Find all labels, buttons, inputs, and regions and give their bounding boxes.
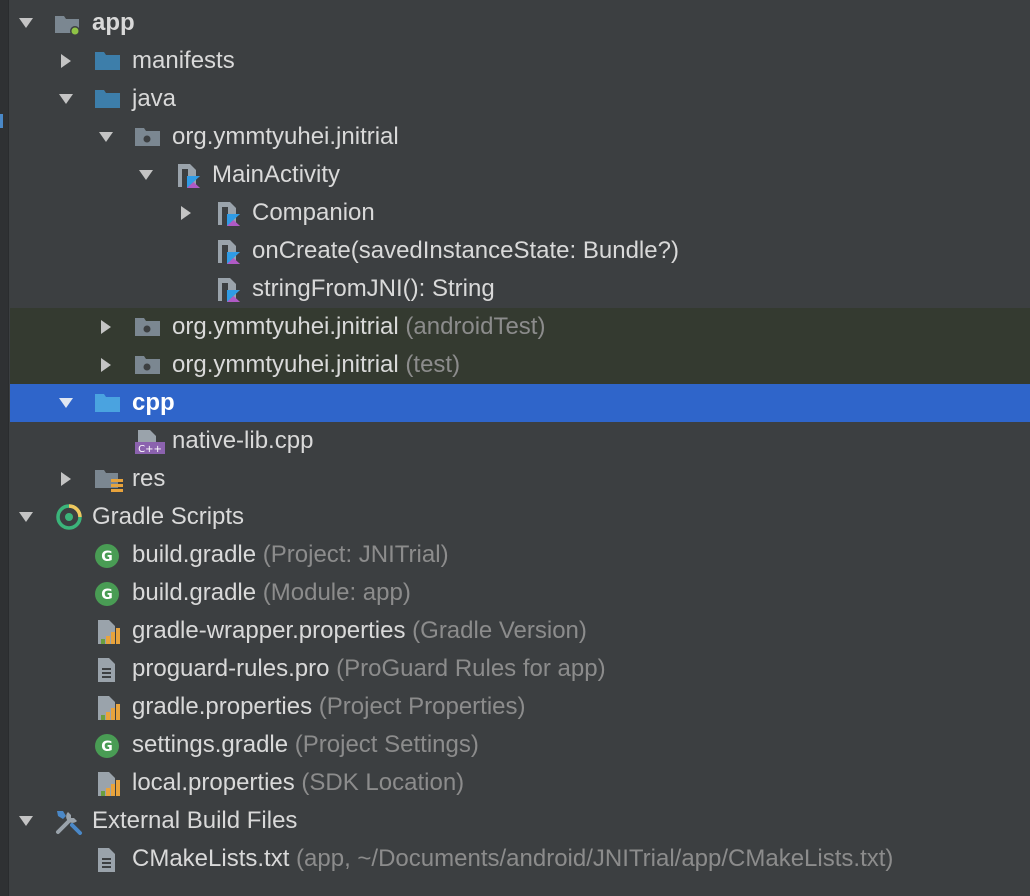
tree-label-package: org.ymmtyuhei.jnitrial [172, 123, 399, 150]
tree-label-package-android-test: org.ymmtyuhei.jnitrial (androidTest) [172, 313, 546, 340]
tree-label-manifests: manifests [132, 47, 235, 74]
package-icon [134, 315, 160, 339]
gradle-icon: G [94, 733, 120, 758]
tree-label-build-gradle-module: build.gradle (Module: app) [132, 579, 411, 606]
tree-row-cpp[interactable]: cpp [10, 384, 1030, 422]
expand-arrow-down-icon[interactable] [14, 498, 38, 536]
package-icon [134, 353, 160, 377]
gradle-icon: G [94, 581, 120, 606]
kotlin-object-icon [216, 201, 242, 226]
tree-row-res[interactable]: res [10, 460, 1030, 498]
tree-label-build-gradle-project: build.gradle (Project: JNITrial) [132, 541, 449, 568]
tree-row-settings-gradle[interactable]: G settings.gradle (Project Settings) [10, 726, 1030, 764]
expand-arrow-right-icon[interactable] [174, 194, 198, 232]
gradle-scripts-icon [54, 503, 84, 531]
tree-label-app: app [92, 9, 135, 36]
expand-arrow-down-icon[interactable] [54, 384, 78, 422]
expand-arrow-down-icon[interactable] [14, 802, 38, 840]
tree-label-native-lib: native-lib.cpp [172, 427, 314, 454]
tree-label-local-properties: local.properties (SDK Location) [132, 769, 465, 796]
text-file-icon [96, 657, 122, 682]
gradle-icon: G [94, 543, 120, 568]
tree-row-gradle-scripts[interactable]: Gradle Scripts [10, 498, 1030, 536]
folder-icon [94, 49, 120, 73]
expand-arrow-right-icon[interactable] [54, 460, 78, 498]
properties-file-icon [96, 619, 122, 644]
module-folder-icon [54, 11, 80, 36]
package-icon [134, 125, 160, 149]
tree-label-settings-gradle: settings.gradle (Project Settings) [132, 731, 479, 758]
expand-arrow-down-icon[interactable] [14, 4, 38, 42]
gradle-badge: G [101, 587, 113, 603]
kotlin-function-icon [216, 277, 242, 302]
properties-file-icon [96, 695, 122, 720]
gradle-badge: G [101, 739, 113, 755]
tree-row-build-gradle-module[interactable]: G build.gradle (Module: app) [10, 574, 1030, 612]
tree-row-build-gradle-project[interactable]: G build.gradle (Project: JNITrial) [10, 536, 1030, 574]
tree-label-gradle-scripts: Gradle Scripts [92, 503, 245, 530]
tree-row-java[interactable]: java [10, 80, 1030, 118]
tree-row-cmakelists[interactable]: CMakeLists.txt (app, ~/Documents/android… [10, 840, 1030, 878]
tree-row-gradle-wrapper[interactable]: gradle-wrapper.properties (Gradle Versio… [10, 612, 1030, 650]
tree-label-on-create: onCreate(savedInstanceState: Bundle?) [252, 237, 679, 264]
tree-row-package-android-test[interactable]: org.ymmtyuhei.jnitrial (androidTest) [10, 308, 1030, 346]
tree-row-external-build-files[interactable]: External Build Files [10, 802, 1030, 840]
cpp-badge: C++ [138, 444, 162, 455]
tree-row-companion[interactable]: Companion [10, 194, 1030, 232]
expand-arrow-right-icon[interactable] [54, 42, 78, 80]
expand-arrow-right-icon[interactable] [94, 308, 118, 346]
tree-label-package-test: org.ymmtyuhei.jnitrial (test) [172, 351, 461, 378]
left-gutter [0, 0, 9, 896]
tree-label-cmakelists: CMakeLists.txt (app, ~/Documents/android… [132, 845, 894, 872]
tree-row-package-main[interactable]: org.ymmtyuhei.jnitrial [10, 118, 1030, 156]
gradle-badge: G [101, 549, 113, 565]
tree-label-cpp: cpp [132, 389, 175, 416]
tree-row-local-properties[interactable]: local.properties (SDK Location) [10, 764, 1030, 802]
tree-row-string-from-jni[interactable]: stringFromJNI(): String [10, 270, 1030, 308]
tree-row-app[interactable]: app [10, 4, 1030, 42]
tree-row-package-test[interactable]: org.ymmtyuhei.jnitrial (test) [10, 346, 1030, 384]
expand-arrow-down-icon[interactable] [54, 80, 78, 118]
kotlin-class-icon [176, 163, 202, 188]
tree-label-string-from-jni: stringFromJNI(): String [252, 275, 495, 302]
kotlin-function-icon [216, 239, 242, 264]
tree-row-main-activity[interactable]: MainActivity [10, 156, 1030, 194]
tree-label-gradle-wrapper: gradle-wrapper.properties (Gradle Versio… [132, 617, 587, 644]
tree-label-companion: Companion [252, 199, 375, 226]
project-tree: app manifests java org.ymmtyuhei.jnitria… [10, 4, 1030, 878]
properties-file-icon [96, 771, 122, 796]
tree-label-res: res [132, 465, 166, 492]
expand-arrow-down-icon[interactable] [134, 156, 158, 194]
tree-label-external-build-files: External Build Files [92, 807, 298, 834]
resources-folder-icon [94, 467, 124, 492]
tree-row-gradle-properties[interactable]: gradle.properties (Project Properties) [10, 688, 1030, 726]
gutter-marker [0, 114, 3, 128]
folder-icon [94, 87, 120, 111]
tree-label-proguard: proguard-rules.pro (ProGuard Rules for a… [132, 655, 606, 682]
expand-arrow-right-icon[interactable] [94, 346, 118, 384]
tree-row-on-create[interactable]: onCreate(savedInstanceState: Bundle?) [10, 232, 1030, 270]
tools-icon [54, 807, 84, 835]
text-file-icon [96, 847, 122, 872]
tree-label-gradle-properties: gradle.properties (Project Properties) [132, 693, 526, 720]
tree-label-java: java [132, 85, 177, 112]
tree-label-main-activity: MainActivity [212, 161, 341, 188]
tree-row-proguard[interactable]: proguard-rules.pro (ProGuard Rules for a… [10, 650, 1030, 688]
cpp-file-icon: C++ [134, 429, 166, 455]
expand-arrow-down-icon[interactable] [94, 118, 118, 156]
tree-row-native-lib[interactable]: C++ native-lib.cpp [10, 422, 1030, 460]
tree-row-manifests[interactable]: manifests [10, 42, 1030, 80]
folder-icon [94, 391, 120, 415]
